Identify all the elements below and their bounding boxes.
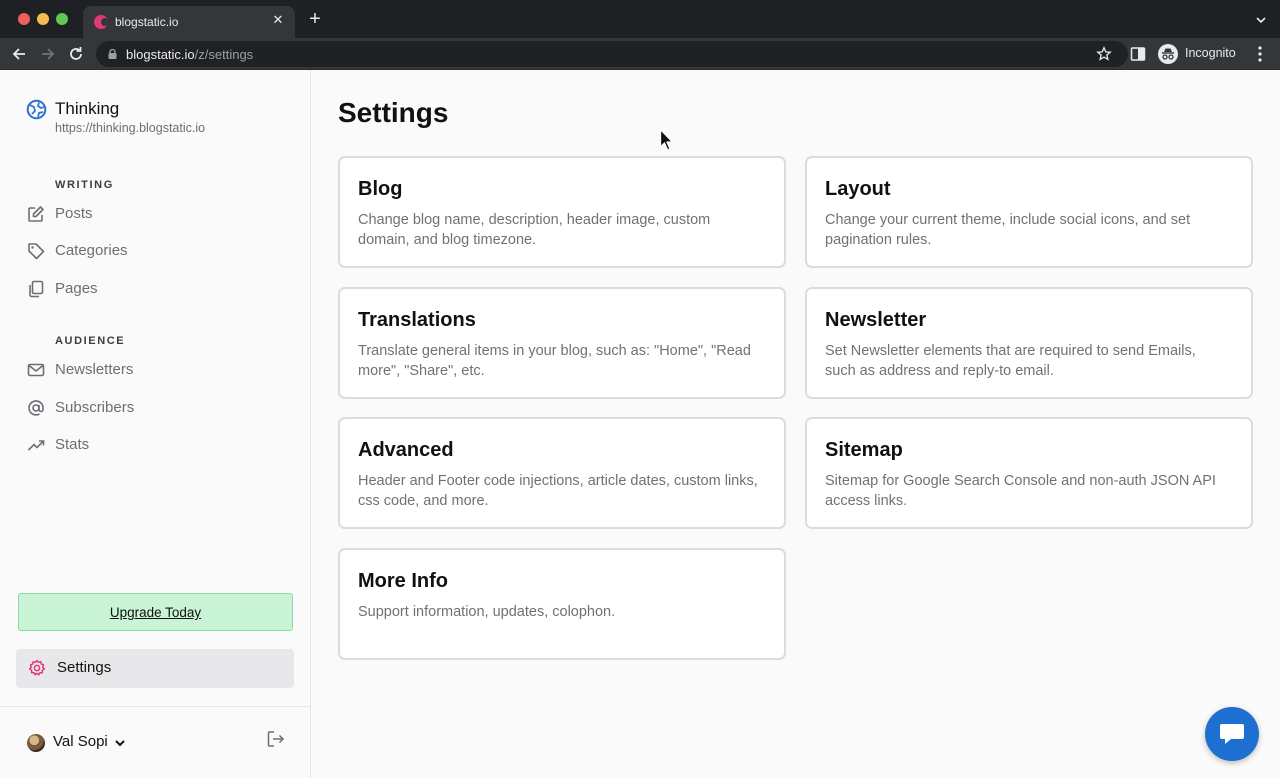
mouse-cursor-icon xyxy=(659,128,674,151)
page: Thinking https://thinking.blogstatic.io … xyxy=(0,70,1280,778)
sidebar-item-posts[interactable]: Posts xyxy=(18,198,294,230)
sidebar-item-pages[interactable]: Pages xyxy=(18,273,294,305)
browser-tabbar: blogstatic.io ✕ + xyxy=(0,0,1280,38)
settings-card-more-info[interactable]: More Info Support information, updates, … xyxy=(338,548,786,660)
sidebar-item-label: Pages xyxy=(55,280,98,297)
blog-url[interactable]: https://thinking.blogstatic.io xyxy=(55,121,205,135)
card-description: Set Newsletter elements that are require… xyxy=(825,343,1196,379)
mail-icon xyxy=(27,363,45,377)
card-title: Blog xyxy=(358,178,403,200)
sidebar: Thinking https://thinking.blogstatic.io … xyxy=(0,70,311,778)
divider xyxy=(0,706,311,707)
tag-icon xyxy=(28,243,45,260)
upgrade-button[interactable]: Upgrade Today xyxy=(18,593,293,631)
sidebar-item-label: Newsletters xyxy=(55,361,134,378)
card-title: Sitemap xyxy=(825,439,903,461)
chevron-down-icon[interactable] xyxy=(113,736,127,750)
card-title: Layout xyxy=(825,178,891,200)
tab-title: blogstatic.io xyxy=(115,15,179,29)
tab-search-chevron-icon[interactable] xyxy=(1254,13,1268,27)
incognito-icon[interactable] xyxy=(1158,44,1178,64)
incognito-label[interactable]: Incognito xyxy=(1185,46,1236,60)
side-panel-icon[interactable] xyxy=(1130,46,1146,62)
logout-icon[interactable] xyxy=(266,729,286,749)
sidebar-item-stats[interactable]: Stats xyxy=(18,429,294,461)
address-bar[interactable]: blogstatic.io/z/settings xyxy=(96,41,1128,67)
chat-launcher-button[interactable] xyxy=(1205,707,1259,761)
card-description: Support information, updates, colophon. xyxy=(358,604,616,620)
new-tab-icon[interactable]: + xyxy=(305,9,325,29)
sidebar-item-label: Categories xyxy=(55,242,128,259)
lock-icon xyxy=(108,49,117,59)
card-description: Change your current theme, include socia… xyxy=(825,212,1191,248)
trending-icon xyxy=(27,440,45,451)
user-name[interactable]: Val Sopi xyxy=(53,733,108,750)
card-title: Newsletter xyxy=(825,309,927,331)
page-title: Settings xyxy=(338,97,449,128)
window-close-button[interactable] xyxy=(18,13,30,25)
pages-icon xyxy=(29,280,44,298)
settings-card-translations[interactable]: Translations Translate general items in … xyxy=(338,287,786,399)
blog-name[interactable]: Thinking xyxy=(55,99,119,119)
upgrade-label: Upgrade Today xyxy=(109,605,202,620)
sidebar-item-label: Subscribers xyxy=(55,399,135,416)
settings-card-sitemap[interactable]: Sitemap Sitemap for Google Search Consol… xyxy=(805,417,1253,529)
chat-icon xyxy=(1220,724,1244,744)
card-description: Translate general items in your blog, su… xyxy=(358,343,751,379)
card-description: Sitemap for Google Search Console and no… xyxy=(825,473,1216,509)
browser-menu-icon[interactable] xyxy=(1258,45,1262,63)
forward-icon[interactable] xyxy=(38,44,58,64)
url-text: blogstatic.io/z/settings xyxy=(126,47,254,62)
card-description: Header and Footer code injections, artic… xyxy=(358,473,758,509)
section-label-audience: AUDIENCE xyxy=(55,335,126,347)
settings-card-advanced[interactable]: Advanced Header and Footer code injectio… xyxy=(338,417,786,529)
card-title: Advanced xyxy=(358,439,454,461)
avatar[interactable] xyxy=(27,734,45,752)
settings-card-blog[interactable]: Blog Change blog name, description, head… xyxy=(338,156,786,268)
globe-icon xyxy=(26,99,47,120)
bookmark-star-icon[interactable] xyxy=(1096,46,1112,62)
reload-icon[interactable] xyxy=(66,44,86,64)
settings-card-layout[interactable]: Layout Change your current theme, includ… xyxy=(805,156,1253,268)
tab-close-icon[interactable]: ✕ xyxy=(269,11,287,29)
card-description: Change blog name, description, header im… xyxy=(358,212,711,248)
browser-tab[interactable]: blogstatic.io ✕ xyxy=(83,6,295,38)
sidebar-item-label: Posts xyxy=(55,205,93,222)
settings-card-newsletter[interactable]: Newsletter Set Newsletter elements that … xyxy=(805,287,1253,399)
window-minimize-button[interactable] xyxy=(37,13,49,25)
gear-icon xyxy=(28,659,46,676)
card-title: Translations xyxy=(358,309,476,331)
browser-toolbar: blogstatic.io/z/settings Incognito xyxy=(0,38,1280,70)
at-icon xyxy=(28,400,44,416)
back-icon[interactable] xyxy=(9,44,29,64)
edit-icon xyxy=(28,206,44,222)
window-zoom-button[interactable] xyxy=(56,13,68,25)
sidebar-item-label: Settings xyxy=(57,659,112,676)
sidebar-item-categories[interactable]: Categories xyxy=(18,235,294,267)
sidebar-item-label: Stats xyxy=(55,436,90,453)
sidebar-item-settings[interactable]: Settings xyxy=(16,649,294,688)
sidebar-item-newsletters[interactable]: Newsletters xyxy=(18,354,294,386)
favicon-icon xyxy=(94,15,108,29)
card-title: More Info xyxy=(358,570,448,592)
section-label-writing: WRITING xyxy=(55,179,114,191)
sidebar-item-subscribers[interactable]: Subscribers xyxy=(18,392,294,424)
